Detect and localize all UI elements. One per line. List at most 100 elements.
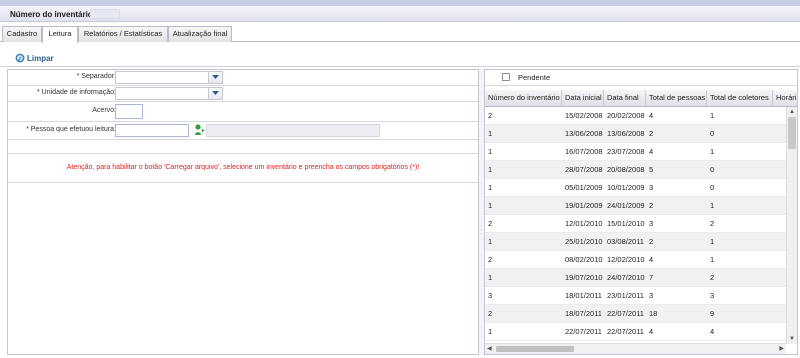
vertical-scrollbar[interactable]: ▲ ▼ [786,107,797,344]
cell-inventory: 2 [488,219,493,228]
table-row[interactable]: 2 15/02/2008 20/02/2008 4 1 [485,107,786,125]
reader-label: * Pessoa que efetuou leitura: [26,126,116,133]
cell-end-date: 23/01/2011 [607,291,644,300]
column-header-total-collectors[interactable]: Total de coletores [707,90,773,107]
cell-start-date: 08/02/2010 [565,255,603,264]
table-row[interactable]: 1 19/01/2009 24/01/2009 2 1 [485,197,786,215]
chevron-down-icon [212,75,219,79]
column-header-start-date[interactable]: Data inicial [562,90,604,107]
collection-label: Acervo: [92,107,116,114]
vertical-scroll-thumb[interactable] [788,117,796,149]
person-search-icon[interactable] [194,124,205,136]
cell-total-collectors: 1 [710,237,715,246]
clear-button[interactable]: Limpar [15,53,54,63]
warning-message: Atenção, para habilitar o botão 'Carrega… [66,164,420,171]
pending-checkbox[interactable] [502,73,510,81]
cell-total-people: 18 [649,309,658,318]
cell-start-date: 12/01/2010 [565,219,603,228]
inventory-grid-panel: Pendente Número do inventário Data inici… [484,69,798,355]
scroll-left-icon[interactable]: ◀ [487,345,492,353]
column-header-total-people[interactable]: Total de pessoas [646,90,707,107]
table-row[interactable]: 1 16/07/2008 23/07/2008 4 1 [485,143,786,161]
column-header-time[interactable]: Horári [773,90,797,107]
table-row[interactable]: 2 08/02/2010 12/02/2010 4 1 [485,251,786,269]
table-row[interactable]: 1 28/07/2008 20/08/2008 5 0 [485,161,786,179]
column-header-end-date[interactable]: Data final [604,90,646,107]
cell-inventory: 1 [488,165,493,174]
reader-input[interactable] [115,124,189,137]
table-row[interactable]: 1 25/01/2010 03/08/2011 2 1 [485,233,786,251]
scroll-up-icon[interactable]: ▲ [789,108,795,116]
inventory-value [90,9,120,19]
cell-start-date: 05/01/2009 [565,183,603,192]
cell-start-date: 15/02/2008 [565,111,603,120]
cell-total-collectors: 1 [710,201,715,210]
separator-row: * Separador: [8,70,478,86]
divider [0,66,800,67]
cell-end-date: 22/07/2011 [607,327,644,336]
tab-leitura[interactable]: Leitura [42,26,78,43]
separator-select[interactable] [115,71,223,84]
tab-bar: Cadastro Leitura Relatórios / Estatístic… [0,24,800,43]
tab-relatorios[interactable]: Relatórios / Estatísticas [78,26,168,42]
horizontal-scrollbar[interactable]: ◀ ▶ [485,343,786,354]
tab-label: Relatórios / Estatísticas [83,29,163,38]
scroll-down-icon[interactable]: ▼ [789,335,795,343]
refresh-icon [15,53,25,63]
cell-start-date: 18/07/2011 [565,309,602,318]
cell-end-date: 22/07/2011 [607,309,644,318]
scroll-right-icon[interactable]: ▶ [779,345,784,353]
table-row[interactable]: 2 18/07/2011 22/07/2011 18 9 [485,305,786,323]
cell-inventory: 1 [488,237,493,246]
toolbar: Limpar [0,42,800,64]
cell-total-collectors: 0 [710,129,715,138]
cell-total-people: 2 [649,201,654,210]
unit-label: * Unidade de informação: [37,89,116,96]
cell-total-people: 4 [649,255,654,264]
clear-label: Limpar [27,53,54,63]
cell-inventory: 1 [488,327,493,336]
tab-atualizacao-final[interactable]: Atualização final [168,26,232,42]
cell-end-date: 24/07/2010 [607,273,645,282]
dropdown-button[interactable] [208,72,222,83]
table-row[interactable]: 1 22/07/2011 22/07/2011 4 4 [485,323,786,341]
cell-inventory: 1 [488,183,493,192]
table-row[interactable]: 1 19/07/2010 24/07/2010 7 2 [485,269,786,287]
splitter-handle[interactable]: · · · [480,223,482,237]
cell-inventory: 1 [488,147,493,156]
inventory-header: Número do inventário [0,6,800,22]
tab-label: Leitura [48,29,72,38]
cell-start-date: 13/06/2008 [565,129,603,138]
pending-filter: Pendente [485,70,797,86]
cell-start-date: 25/01/2010 [565,237,603,246]
cell-end-date: 20/08/2008 [607,165,645,174]
horizontal-scroll-thumb[interactable] [496,346,574,352]
cell-inventory: 2 [488,309,493,318]
collection-input[interactable] [115,104,143,119]
reader-name-display [206,124,380,137]
cell-total-people: 2 [649,129,654,138]
warning-box: Atenção, para habilitar o botão 'Carrega… [8,153,478,183]
cell-start-date: 22/07/2011 [565,327,602,336]
pending-label: Pendente [518,73,551,82]
cell-start-date: 19/01/2009 [565,201,603,210]
tab-cadastro[interactable]: Cadastro [2,26,42,42]
table-row[interactable]: 3 18/01/2011 23/01/2011 3 3 [485,287,786,305]
cell-inventory: 2 [488,111,493,120]
cell-inventory: 1 [488,273,493,282]
table-row[interactable]: 2 12/01/2010 15/01/2010 3 2 [485,215,786,233]
column-header-inventory[interactable]: Número do inventário [485,90,562,107]
cell-inventory: 2 [488,255,493,264]
table-row[interactable]: 1 05/01/2009 10/01/2009 3 0 [485,179,786,197]
dropdown-button[interactable] [208,88,222,99]
reading-form-panel: * Separador: * Unidade de informação: Ac… [7,69,479,355]
collection-row: Acervo: [8,102,478,122]
cell-inventory: 1 [488,129,493,138]
cell-total-people: 4 [649,111,654,120]
table-row[interactable]: 1 13/06/2008 13/06/2008 2 0 [485,125,786,143]
cell-start-date: 28/07/2008 [565,165,603,174]
chevron-down-icon [212,91,219,95]
unit-select[interactable] [115,87,223,100]
cell-total-collectors: 2 [710,219,715,228]
cell-end-date: 13/06/2008 [607,129,645,138]
